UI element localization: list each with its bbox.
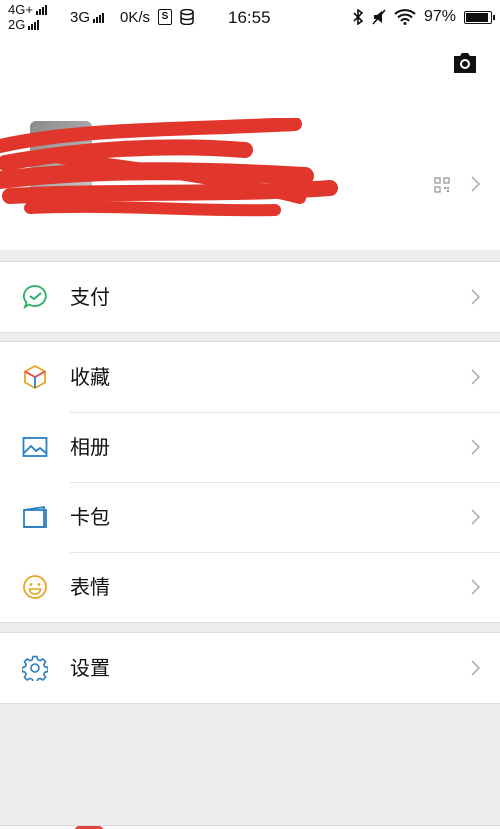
network-type-second: 3G	[70, 9, 91, 26]
menu-item-stickers[interactable]: 表情	[0, 552, 500, 622]
signal-icon	[35, 4, 47, 15]
menu-group-pay: 支付	[0, 261, 500, 333]
redaction-scribble	[0, 118, 338, 217]
mute-icon	[372, 9, 386, 25]
status-right: 97%	[352, 8, 495, 26]
wallet-check-icon	[22, 285, 47, 310]
battery-icon	[464, 10, 495, 24]
network-indicator: 4G+ 2G	[8, 2, 47, 32]
menu-group-main: 收藏 相册 卡包 表情	[0, 341, 500, 623]
smiley-icon	[23, 575, 47, 599]
status-bar: 4G+ 2G 3G 0K/s S 16:55 97%	[0, 0, 500, 36]
cube-icon	[24, 364, 46, 390]
storage-icon	[180, 9, 194, 25]
menu-item-settings[interactable]: 设置	[0, 633, 500, 703]
clock: 16:55	[228, 8, 271, 27]
battery-percent: 97%	[423, 8, 456, 25]
chevron-right-icon	[471, 289, 480, 305]
card-wallet-icon	[23, 505, 47, 528]
camera-icon[interactable]	[452, 52, 478, 74]
menu-label-pay: 支付	[70, 285, 110, 309]
chevron-right-icon	[471, 579, 480, 595]
chevron-right-icon	[471, 369, 480, 385]
menu-label-settings: 设置	[70, 656, 110, 680]
picture-icon	[22, 437, 48, 457]
menu-item-favorites[interactable]: 收藏	[0, 342, 500, 412]
menu-label-cards: 卡包	[70, 505, 110, 529]
network-type-bottom: 2G	[8, 17, 26, 32]
bluetooth-icon	[353, 9, 364, 25]
chevron-right-icon	[471, 509, 480, 525]
chevron-right-icon	[471, 439, 480, 455]
menu-group-settings: 设置	[0, 632, 500, 704]
menu-label-stickers: 表情	[70, 575, 110, 599]
network-speed: 0K/s	[120, 9, 151, 26]
menu-item-album[interactable]: 相册	[0, 412, 500, 482]
second-network: 3G	[70, 9, 105, 26]
chevron-right-icon	[471, 660, 480, 676]
sim-icon: S	[158, 9, 172, 25]
tab-bar-edge	[0, 825, 500, 829]
profile-card[interactable]	[0, 36, 500, 250]
qr-code-icon[interactable]	[434, 177, 450, 193]
signal-icon	[28, 19, 40, 30]
menu-label-album: 相册	[70, 435, 110, 459]
gear-icon	[22, 655, 48, 681]
signal-icon	[93, 12, 105, 23]
menu-label-favorites: 收藏	[70, 365, 110, 389]
menu-item-cards[interactable]: 卡包	[0, 482, 500, 552]
network-type-top: 4G+	[8, 2, 33, 17]
wifi-icon	[394, 9, 416, 25]
chevron-right-icon	[471, 176, 480, 192]
battery-level	[466, 12, 489, 22]
menu-item-pay[interactable]: 支付	[0, 262, 500, 332]
